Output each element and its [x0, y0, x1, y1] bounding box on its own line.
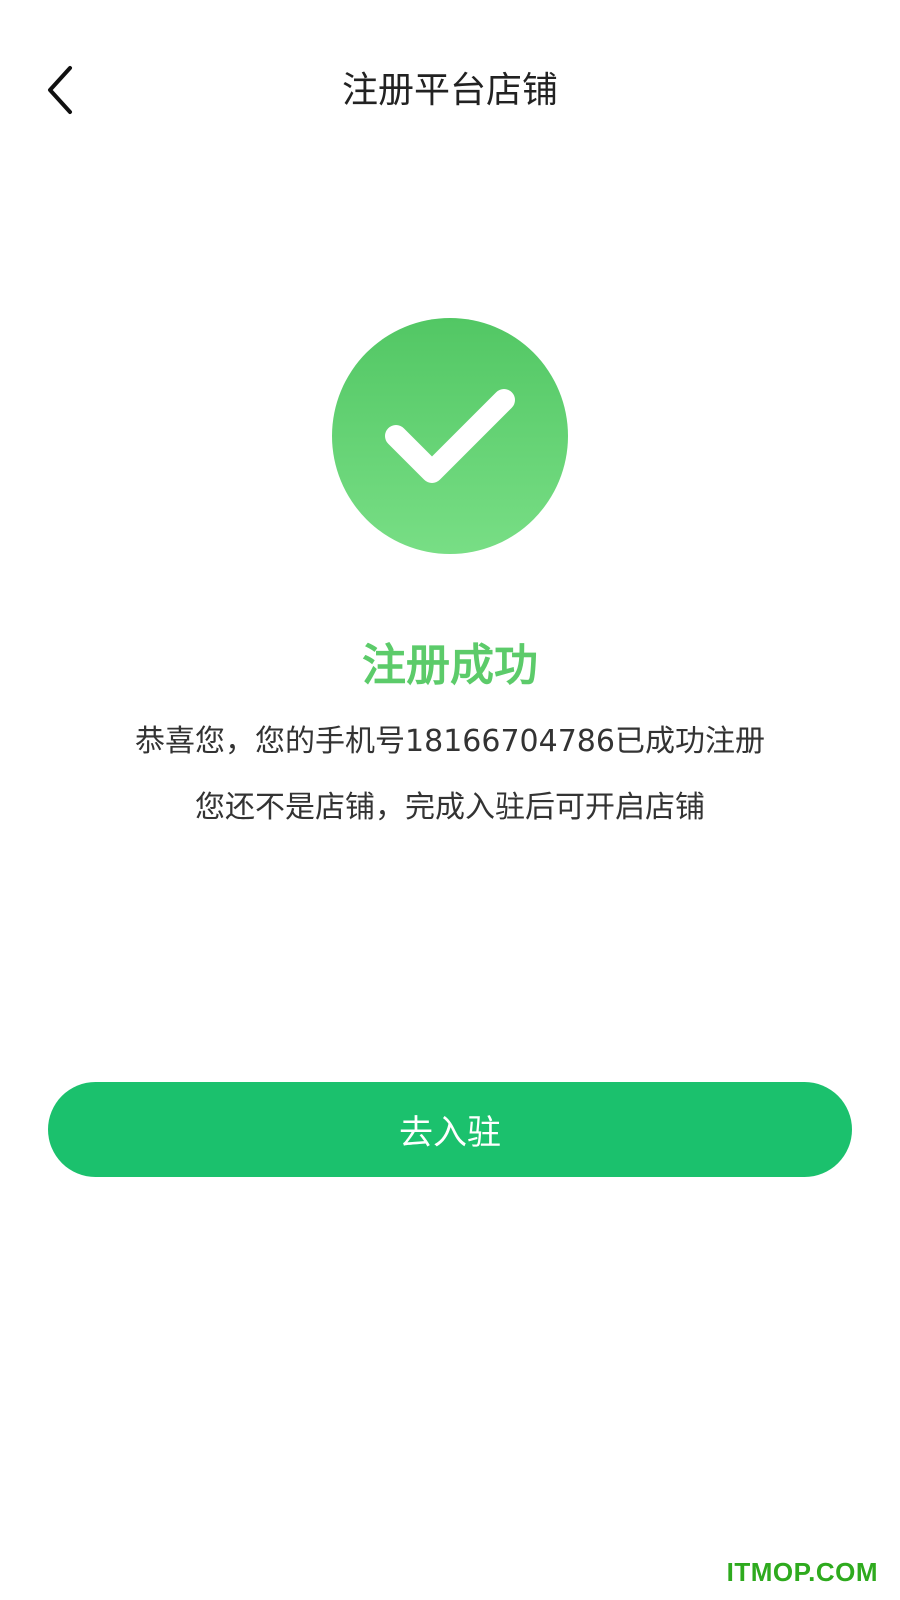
site-watermark: ITMOP.COM [726, 1557, 878, 1587]
page-title: 注册平台店铺 [341, 70, 558, 111]
success-title: 注册成功 [362, 640, 538, 691]
registration-success-screen: 注册平台店铺 注册成功 恭喜您，您的手机号18166704786已成功注册 您还… [0, 0, 900, 1600]
check-circle-icon [332, 318, 568, 554]
back-button[interactable] [30, 60, 90, 120]
app-header: 注册平台店铺 [0, 48, 900, 134]
success-message-phone: 恭喜您，您的手机号18166704786已成功注册 [135, 724, 765, 759]
settle-in-button[interactable]: 去入驻 [48, 1082, 852, 1177]
success-message-hint: 您还不是店铺，完成入驻后可开启店铺 [195, 790, 705, 825]
chevron-left-icon [48, 66, 72, 114]
